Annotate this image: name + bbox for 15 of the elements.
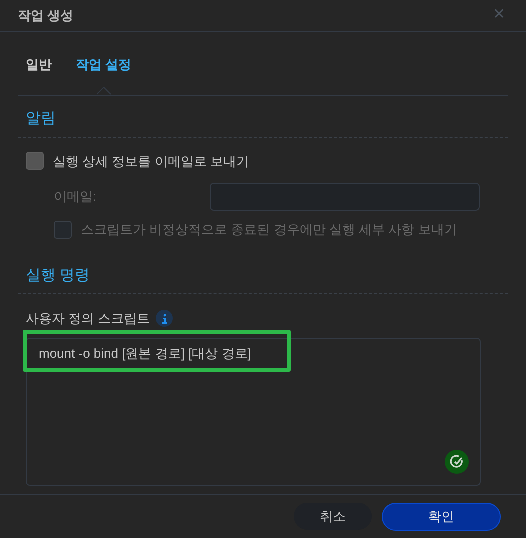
section-heading: 실행 명령 [18,264,508,294]
info-icon[interactable] [156,310,174,328]
confirm-button[interactable]: 확인 [382,502,501,530]
checkbox-label: 스크립트가 비정상적으로 종료된 경우에만 실행 세부 사항 보내기 [81,221,458,239]
checkbox-label: 실행 상세 정보를 이메일로 보내기 [53,152,250,170]
script-text: mount -o bind [원본 경로] [대상 경로] [39,344,252,363]
section-heading: 알림 [18,108,508,138]
tab[interactable]: 일반 [26,49,52,95]
field-label: 이메일: [54,188,98,206]
cancel-button[interactable]: 취소 [294,503,372,530]
script-field[interactable]: mount -o bind [원본 경로] [대상 경로] [26,338,481,486]
tab[interactable]: 작업 설정 [76,49,132,95]
field-label: 사용자 정의 스크립트 [26,310,150,328]
checkbox[interactable] [26,152,44,170]
window-title: 작업 생성 [18,6,74,25]
